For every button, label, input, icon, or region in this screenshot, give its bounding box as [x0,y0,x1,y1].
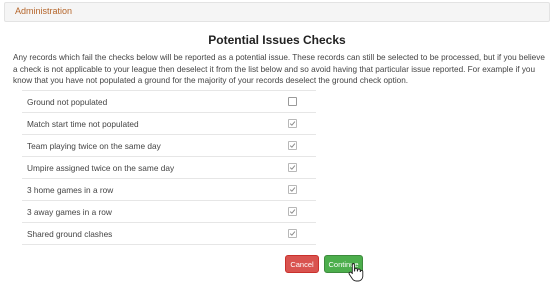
check-row-ground-not-populated: Ground not populated [22,91,316,113]
checkmark-icon [289,187,296,192]
check-row-3-away-games: 3 away games in a row [22,201,316,223]
3-home-games-checkbox[interactable] [288,185,297,194]
checkmark-icon [289,121,296,126]
checkmark-icon [289,209,296,214]
umpire-assigned-twice-checkbox[interactable] [288,163,297,172]
cancel-button[interactable]: Cancel [285,255,319,273]
checkmark-icon [289,165,296,170]
3-away-games-checkbox[interactable] [288,207,297,216]
check-row-3-home-games: 3 home games in a row [22,179,316,201]
checks-list: Ground not populated Match start time no… [22,90,316,245]
description-text: Any records which fail the checks below … [13,53,545,85]
check-label: 3 away games in a row [27,207,112,217]
check-label: Shared ground clashes [27,229,113,239]
hand-pointer-icon [348,263,364,282]
breadcrumb-administration[interactable]: Administration [15,6,72,16]
check-label: 3 home games in a row [27,185,114,195]
check-label: Umpire assigned twice on the same day [27,163,175,173]
breadcrumb: Administration [4,2,550,22]
check-row-shared-ground-clashes: Shared ground clashes [22,223,316,245]
check-row-match-start-time: Match start time not populated [22,113,316,135]
ground-not-populated-checkbox[interactable] [288,97,297,106]
check-row-team-playing-twice: Team playing twice on the same day [22,135,316,157]
checkmark-icon [289,143,296,148]
check-label: Team playing twice on the same day [27,141,161,151]
match-start-time-checkbox[interactable] [288,119,297,128]
shared-ground-clashes-checkbox[interactable] [288,229,297,238]
check-label: Match start time not populated [27,119,139,129]
check-row-umpire-assigned-twice: Umpire assigned twice on the same day [22,157,316,179]
page-title: Potential Issues Checks [208,33,346,47]
team-playing-twice-checkbox[interactable] [288,141,297,150]
check-label: Ground not populated [27,97,108,107]
checkmark-icon [289,231,296,236]
